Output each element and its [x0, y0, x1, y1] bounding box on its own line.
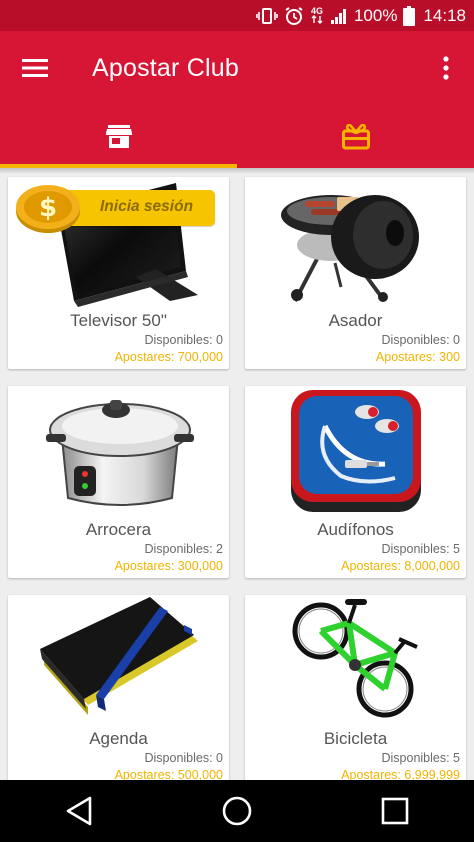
- product-available: Disponibles: 0: [144, 333, 223, 347]
- product-available: Disponibles: 2: [144, 542, 223, 556]
- product-grid: $ Inicia sesión Televisor 50" Disponible…: [0, 168, 474, 780]
- overflow-menu-button[interactable]: [418, 31, 474, 105]
- tab-rewards[interactable]: [237, 105, 474, 168]
- notebook-icon: [40, 597, 198, 715]
- back-button[interactable]: [39, 780, 119, 842]
- hamburger-icon: [22, 59, 48, 77]
- product-card[interactable]: Agenda Disponibles: 0 Apostares: 500,000: [8, 595, 229, 780]
- bicycle-icon: [292, 599, 418, 718]
- product-price: Apostares: 8,000,000: [341, 559, 460, 573]
- alarm-icon: [284, 6, 304, 26]
- more-vert-icon: [443, 56, 449, 80]
- dollar-coin-icon: $: [16, 185, 80, 233]
- product-name: Agenda: [89, 729, 148, 748]
- battery-icon: [403, 5, 416, 26]
- network-type-icon: 4G: [310, 7, 324, 24]
- home-button[interactable]: [197, 780, 277, 842]
- home-circle-icon: [222, 796, 252, 826]
- login-badge-text: Inicia sesión: [100, 198, 194, 215]
- recents-button[interactable]: [355, 780, 435, 842]
- product-card[interactable]: Arrocera Disponibles: 2 Apostares: 300,0…: [8, 386, 229, 578]
- product-name: Asador: [328, 311, 383, 330]
- product-price: Apostares: 500,000: [114, 768, 223, 780]
- product-available: Disponibles: 0: [144, 751, 223, 765]
- product-name: Bicicleta: [323, 729, 388, 748]
- menu-button[interactable]: [0, 31, 72, 105]
- product-card[interactable]: $ Inicia sesión Televisor 50" Disponible…: [8, 177, 229, 369]
- system-nav-bar: [0, 780, 474, 842]
- app-title: Apostar Club: [92, 53, 239, 82]
- product-card[interactable]: Audífonos Disponibles: 5 Apostares: 8,00…: [245, 386, 466, 578]
- store-icon: [105, 124, 132, 148]
- tab-store[interactable]: [0, 105, 237, 168]
- product-card[interactable]: Asador Disponibles: 0 Apostares: 300: [245, 177, 466, 369]
- product-price: Apostares: 700,000: [114, 350, 223, 364]
- product-name: Televisor 50": [70, 311, 167, 330]
- product-name: Audífonos: [317, 520, 394, 539]
- product-name: Arrocera: [85, 520, 152, 539]
- gift-card-icon: [341, 123, 370, 149]
- status-bar: 4G 100% 14:18: [0, 0, 474, 31]
- rice-cooker-icon: [46, 400, 194, 506]
- recents-square-icon: [381, 797, 409, 825]
- back-triangle-icon: [66, 796, 92, 826]
- product-price: Apostares: 6,999,999: [341, 768, 460, 780]
- svg-text:$: $: [39, 193, 57, 223]
- clock: 14:18: [423, 5, 466, 25]
- product-available: Disponibles: 5: [381, 542, 460, 556]
- product-available: Disponibles: 5: [381, 751, 460, 765]
- earphones-icon: [291, 390, 421, 512]
- product-price: Apostares: 300,000: [114, 559, 223, 573]
- product-card[interactable]: Bicicleta Disponibles: 5 Apostares: 6,99…: [245, 595, 466, 780]
- app-bar: Apostar Club: [0, 31, 474, 105]
- vibrate-icon: [256, 7, 278, 25]
- grill-icon: [281, 195, 419, 302]
- tab-bar: [0, 105, 474, 168]
- login-badge[interactable]: $ Inicia sesión: [12, 183, 218, 235]
- battery-level: 100%: [353, 5, 398, 25]
- product-price: Apostares: 300: [375, 350, 460, 364]
- product-available: Disponibles: 0: [381, 333, 460, 347]
- signal-icon: [330, 7, 348, 25]
